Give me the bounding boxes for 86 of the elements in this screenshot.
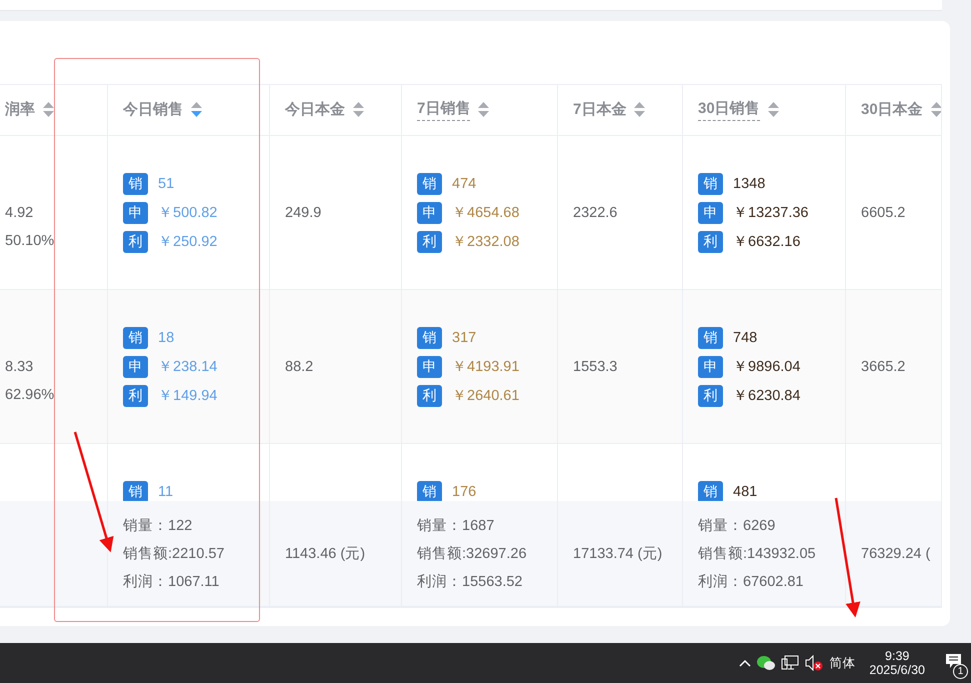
clock-date[interactable]: 2025/6/30 xyxy=(869,663,925,677)
tag-label: 申 xyxy=(698,356,723,378)
tag-label: 销 xyxy=(123,172,148,194)
tag-label: 销 xyxy=(417,326,442,348)
cell-text: 1143.46 (元) xyxy=(285,544,366,564)
cell-value: ￥6230.84 xyxy=(733,387,800,405)
sort-icon[interactable] xyxy=(43,102,54,118)
cell-value: 176 xyxy=(452,484,478,500)
sort-icon[interactable] xyxy=(634,102,646,118)
cell-value: ￥2640.61 xyxy=(452,387,520,405)
sort-icon[interactable] xyxy=(478,102,490,118)
cell-text: 利润：15563.52 xyxy=(417,572,524,592)
cell-value: ￥500.82 xyxy=(158,204,218,222)
tag-label: 申 xyxy=(123,356,148,378)
notification-count: 1 xyxy=(953,664,968,679)
tag-label: 利 xyxy=(123,384,148,406)
cell-value: 11 xyxy=(158,484,174,500)
cell-text: 销量：1687 xyxy=(417,516,496,536)
tag-label: 申 xyxy=(698,202,723,224)
cell-text: 8.33 xyxy=(5,358,34,377)
cell-text: 249.9 xyxy=(285,204,322,223)
cell-text: 4.92 xyxy=(5,204,34,223)
cell-text: 销售额:2210.57 xyxy=(123,544,226,564)
column-header[interactable]: 润率 xyxy=(5,100,35,120)
tag-label: 申 xyxy=(417,202,442,224)
tag-label: 申 xyxy=(417,356,442,378)
cell-value: 474 xyxy=(452,176,478,192)
cell-value: 18 xyxy=(158,330,176,346)
column-header[interactable]: 7日销售 xyxy=(417,99,470,121)
cell-text: 销量：6269 xyxy=(698,516,776,536)
tag-label: 销 xyxy=(123,326,148,348)
cell-text: 50.10% xyxy=(5,232,56,251)
cell-value: 748 xyxy=(733,330,758,346)
cell-text: 1553.3 xyxy=(573,358,618,377)
cell-text: 销量：122 xyxy=(123,516,194,536)
network-icon[interactable] xyxy=(781,655,800,671)
cell-value: 317 xyxy=(452,330,478,346)
column-header[interactable]: 30日销售 xyxy=(698,99,760,121)
tag-label: 利 xyxy=(417,230,442,252)
column-header[interactable]: 30日本金 xyxy=(861,100,923,120)
column-header[interactable]: 今日本金 xyxy=(285,100,345,120)
tag-label: 销 xyxy=(417,172,442,194)
chat-icon[interactable] xyxy=(757,655,776,671)
tag-label: 利 xyxy=(417,384,442,406)
cell-text: 销售额:143932.05 xyxy=(698,544,817,564)
cell-text: 88.2 xyxy=(285,358,314,377)
tag-label: 销 xyxy=(698,326,723,348)
input-method-label[interactable]: 简体 xyxy=(829,654,856,672)
cell-value: 51 xyxy=(158,176,176,192)
column-header[interactable]: 今日销售 xyxy=(123,100,183,120)
cell-value: ￥149.94 xyxy=(158,387,218,405)
sort-icon[interactable] xyxy=(930,102,941,118)
clock-time[interactable]: 9:39 xyxy=(885,649,910,663)
cell-text: 2322.6 xyxy=(573,204,618,223)
tag-label: 销 xyxy=(123,480,148,501)
tag-label: 利 xyxy=(123,230,148,252)
cell-value: ￥250.92 xyxy=(158,233,218,251)
tag-label: 申 xyxy=(123,202,148,224)
cell-value: ￥4193.91 xyxy=(452,358,520,376)
cell-text: 62.96% xyxy=(5,386,56,405)
cell-value: ￥238.14 xyxy=(158,358,218,376)
cell-value: ￥2332.08 xyxy=(452,233,520,251)
cell-text: 利润：67602.81 xyxy=(698,572,804,592)
cell-value: ￥4654.68 xyxy=(452,204,520,222)
tag-label: 销 xyxy=(417,480,442,501)
cell-text: 6605.2 xyxy=(861,204,906,223)
sort-icon[interactable] xyxy=(768,102,779,118)
cell-text: 利润：1067.11 xyxy=(123,572,220,592)
cell-text: 销售额:32697.26 xyxy=(417,544,528,564)
cell-value: 481 xyxy=(733,484,758,500)
tag-label: 销 xyxy=(698,480,723,501)
cell-value: 1348 xyxy=(733,176,766,192)
muted-speaker-icon[interactable] xyxy=(805,655,824,671)
sort-icon[interactable] xyxy=(353,102,364,118)
cell-text: 3665.2 xyxy=(861,358,906,377)
cell-value: ￥9896.04 xyxy=(733,358,800,376)
cell-value: ￥6632.16 xyxy=(733,233,800,251)
cell-value: ￥13237.36 xyxy=(733,204,808,222)
notification-icon[interactable] xyxy=(945,653,962,669)
chevron-up-icon[interactable] xyxy=(739,659,752,667)
tag-label: 利 xyxy=(698,384,723,406)
cell-text: 17133.74 (元) xyxy=(573,544,664,564)
tag-label: 销 xyxy=(698,172,723,194)
tag-label: 利 xyxy=(698,230,723,252)
sort-icon[interactable] xyxy=(191,102,202,118)
column-header[interactable]: 7日本金 xyxy=(573,100,626,120)
